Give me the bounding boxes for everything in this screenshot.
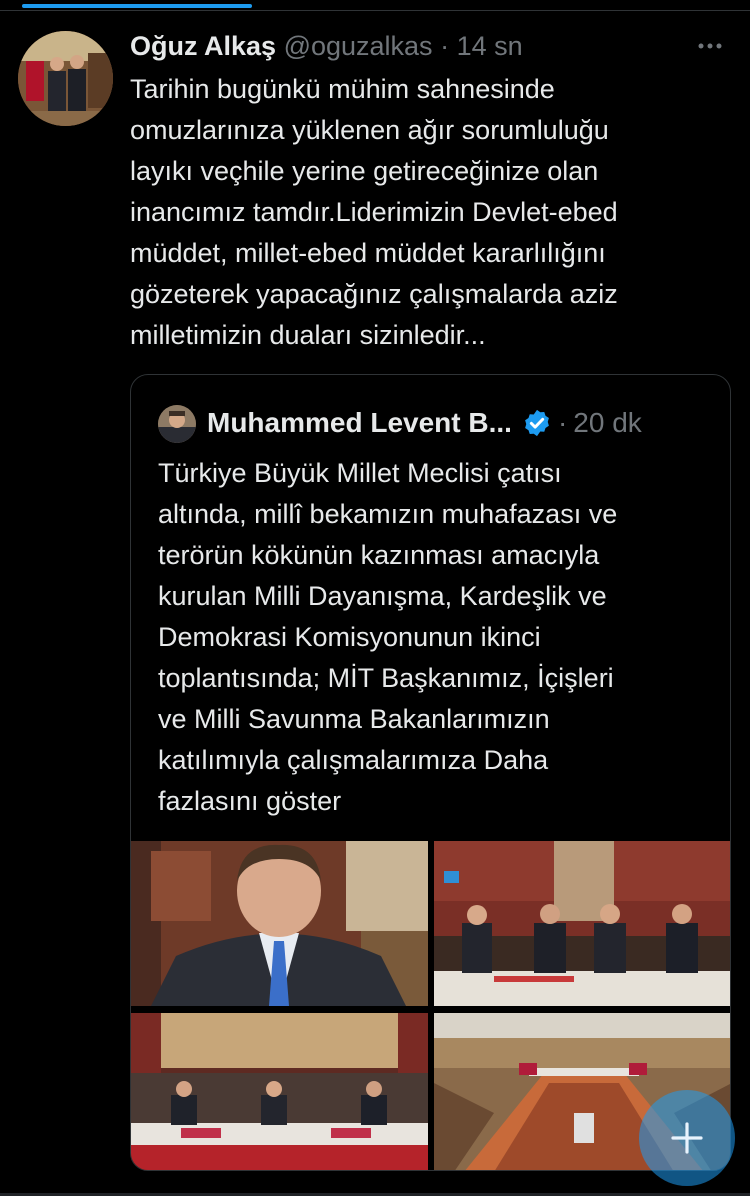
quoted-author-avatar[interactable]	[158, 405, 196, 443]
quoted-text-line: kurulan Milli Dayanışma, Kardeşlik ve	[158, 581, 607, 611]
quoted-text-line: altında, millî bekamızın muhafazası ve	[158, 499, 618, 529]
tweet-text-line: layıkı veçhile yerine getireceğinize ola…	[130, 156, 599, 186]
tweet-text-line: gözeterek yapacağınız çalışmalarda aziz	[130, 279, 618, 309]
quoted-text-line: Türkiye Büyük Millet Meclisi çatısı	[158, 458, 562, 488]
more-horizontal-icon	[698, 43, 722, 49]
quoted-text-line: Demokrasi Komisyonunun ikinci	[158, 622, 541, 652]
show-more-link[interactable]: fazlasını göster	[158, 781, 718, 822]
tweet-text-line: müddet, millet-ebed müddet kararlılığını	[130, 238, 606, 268]
tweet-text-line: Tarihin bugünkü mühim sahnesinde	[130, 74, 555, 104]
tweet-text-line: omuzlarınıza yüklenen ağır sorumluluğu	[130, 115, 609, 145]
author-avatar[interactable]	[18, 31, 113, 126]
photo-officials-table[interactable]	[131, 1013, 428, 1170]
loading-progress-bar	[22, 4, 252, 8]
quoted-tweet-text: Türkiye Büyük Millet Meclisi çatısı altı…	[158, 453, 718, 822]
time-separator: ·	[440, 31, 450, 61]
author-name[interactable]: Oğuz Alkaş	[130, 31, 276, 61]
top-divider	[0, 10, 750, 11]
quoted-tweet-card[interactable]: Muhammed Levent B... · 20 dk Türkiye Büy…	[130, 374, 731, 1171]
author-handle[interactable]: @oguzalkas	[284, 31, 433, 61]
tweet-text-line: inancımız tamdır.Liderimizin Devlet-ebed	[130, 197, 618, 227]
photo-portrait[interactable]	[131, 841, 428, 1006]
tweet-time[interactable]: 14 sn	[457, 31, 523, 61]
tweet-header: Oğuz Alkaş @oguzalkas · 14 sn	[130, 28, 730, 64]
tweet-text: Tarihin bugünkü mühim sahnesinde omuzlar…	[130, 69, 715, 356]
quoted-text-line: toplantısında; MİT Başkanımız, İçişleri	[158, 663, 614, 693]
quoted-tweet-header: Muhammed Levent B... · 20 dk	[207, 402, 642, 444]
quoted-author-name[interactable]: Muhammed Levent B...	[207, 407, 512, 439]
photo-panel[interactable]	[434, 841, 730, 1006]
quoted-text-line: katılımıyla çalışmalarımıza Daha	[158, 745, 549, 775]
plus-icon	[671, 1122, 703, 1154]
quoted-text-line: ve Milli Savunma Bakanlarımızın	[158, 704, 550, 734]
more-options-button[interactable]	[690, 28, 730, 64]
quoted-tweet-time[interactable]: 20 dk	[573, 407, 642, 439]
verified-badge-icon	[525, 409, 549, 437]
tweet-text-line: milletimizin duaları sizinledir...	[130, 320, 486, 350]
quoted-text-line: terörün kökünün kazınması amacıyla	[158, 540, 600, 570]
compose-button[interactable]	[639, 1090, 735, 1186]
quoted-time-separator: ·	[557, 407, 568, 438]
